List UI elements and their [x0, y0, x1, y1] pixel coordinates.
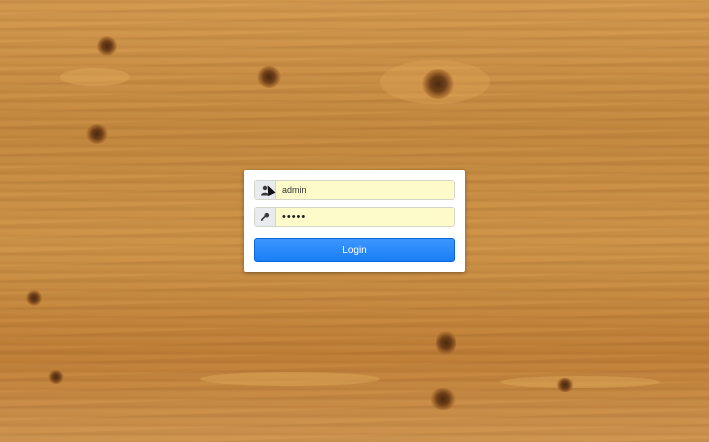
key-icon-glyph [261, 212, 270, 221]
key-icon [255, 208, 276, 226]
wood-grain-highlight [500, 376, 660, 388]
password-input[interactable] [276, 208, 454, 226]
password-row [254, 207, 455, 227]
wood-knot [86, 124, 108, 144]
wood-knot [556, 378, 574, 392]
wood-knot [430, 388, 456, 410]
wood-knot [436, 330, 456, 356]
wood-grain-highlight [200, 372, 380, 386]
username-row [254, 180, 455, 200]
login-panel: Login [244, 170, 465, 272]
wood-knot [26, 290, 42, 306]
wood-knot [48, 370, 64, 384]
username-input[interactable] [276, 181, 454, 199]
wood-knot [257, 66, 281, 88]
login-button[interactable]: Login [254, 238, 455, 262]
wood-knot [422, 69, 454, 99]
wood-knot [97, 36, 117, 56]
wood-grain-highlight [60, 68, 130, 86]
